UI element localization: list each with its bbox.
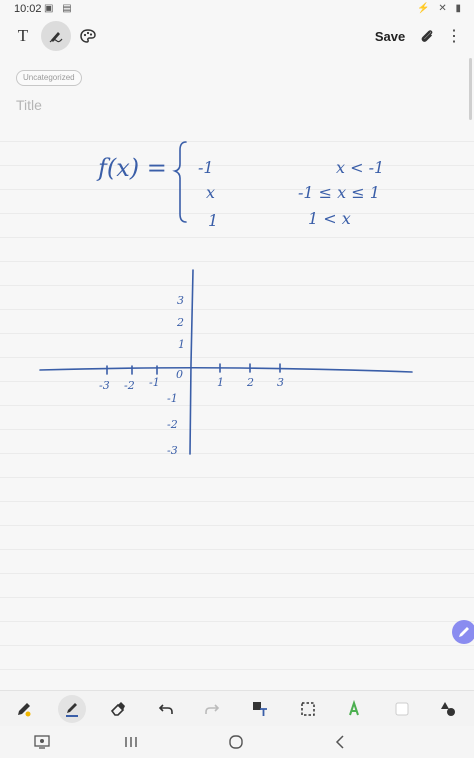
scrollbar[interactable] <box>469 58 472 120</box>
clock: 10:02 <box>14 3 42 15</box>
pen-mode-button[interactable] <box>40 18 72 54</box>
x-tick-label: 1 <box>217 376 224 389</box>
note-toolbar: T Save ⋮ <box>0 18 474 54</box>
selection-tool[interactable] <box>294 695 322 723</box>
back-icon <box>335 735 344 749</box>
screenshot-button[interactable] <box>32 732 52 752</box>
save-button[interactable]: Save <box>370 18 410 54</box>
undo-icon <box>158 704 173 714</box>
drawing-tools-bar <box>0 690 474 727</box>
image-to-text-button[interactable] <box>246 695 274 723</box>
x-tick-label: 2 <box>246 376 254 389</box>
y-tick-label: 1 <box>178 338 185 351</box>
function-label: f(x) = <box>96 154 167 182</box>
more-options-button[interactable]: ⋮ <box>444 18 464 54</box>
system-navigation-bar <box>0 726 474 758</box>
redo-button[interactable] <box>198 695 226 723</box>
status-bar: 10:02 ▣ ▤ ⚡ ✕ ▮ <box>0 0 474 18</box>
y-tick-label: 2 <box>176 316 184 329</box>
piece-value: 1 <box>208 211 218 230</box>
attach-icon <box>421 30 433 42</box>
pen-selected-icon <box>66 703 78 717</box>
redo-icon <box>205 704 220 714</box>
more-icon: ⋮ <box>446 28 462 45</box>
shape-icon <box>395 702 409 716</box>
home-button[interactable] <box>226 732 246 752</box>
y-tick-label: 0 <box>176 368 183 381</box>
home-icon <box>229 735 243 749</box>
highlighter-icon <box>349 700 359 716</box>
text-highlight-tool[interactable] <box>340 695 368 723</box>
handwriting-canvas[interactable]: f(x) = -1 x 1 x < -1 -1 ≤ x ≤ 1 1 < x 3 … <box>0 118 474 686</box>
attach-button[interactable] <box>416 18 438 54</box>
pen-tool[interactable] <box>10 695 38 723</box>
y-tick-label: -2 <box>167 418 178 431</box>
y-axis-line <box>189 269 194 455</box>
x-tick-label: -1 <box>149 376 160 389</box>
image-text-icon <box>253 702 267 716</box>
recents-icon <box>125 737 137 747</box>
x-axis-line <box>39 366 413 373</box>
back-button[interactable] <box>330 732 350 752</box>
piecewise-brace <box>172 141 187 223</box>
palette-icon <box>80 29 96 43</box>
screenshot-icon <box>34 735 50 749</box>
y-tick-label: -3 <box>167 444 178 457</box>
eraser-icon <box>110 702 125 716</box>
piece-value: -1 <box>198 158 214 177</box>
eraser-tool[interactable] <box>104 695 132 723</box>
piece-condition: x < -1 <box>336 158 384 177</box>
x-tick-label: -3 <box>99 379 110 392</box>
pen-icon <box>18 703 31 717</box>
pen-icon <box>459 627 469 637</box>
shape-tool[interactable] <box>388 695 416 723</box>
y-tick-label: -1 <box>167 392 178 405</box>
shapes-button[interactable] <box>434 695 462 723</box>
piece-condition: -1 ≤ x ≤ 1 <box>298 183 380 202</box>
piece-condition: 1 < x <box>308 209 351 228</box>
notification-icons: ▣ ▤ <box>44 3 75 14</box>
y-tick-label: 3 <box>177 294 184 307</box>
shapes-fill-icon <box>441 702 455 716</box>
selection-icon <box>301 702 315 716</box>
system-status-icons: ⚡ ✕ ▮ <box>417 3 464 14</box>
x-tick-label: 3 <box>277 376 284 389</box>
text-icon: T <box>17 26 29 45</box>
piece-value: x <box>206 183 215 202</box>
pen-mode-icon <box>49 32 63 43</box>
title-input[interactable]: Title <box>16 97 42 113</box>
floating-pen-button[interactable] <box>452 620 474 644</box>
fountain-pen-tool[interactable] <box>58 695 86 723</box>
recents-button[interactable] <box>121 732 141 752</box>
x-tick-label: -2 <box>124 379 135 392</box>
palette-button[interactable] <box>78 18 98 54</box>
undo-button[interactable] <box>152 695 180 723</box>
category-tag[interactable]: Uncategorized <box>16 70 82 86</box>
text-tool-button[interactable]: T <box>10 18 36 54</box>
handwriting-ink: f(x) = -1 x 1 x < -1 -1 ≤ x ≤ 1 1 < x 3 … <box>39 141 413 457</box>
